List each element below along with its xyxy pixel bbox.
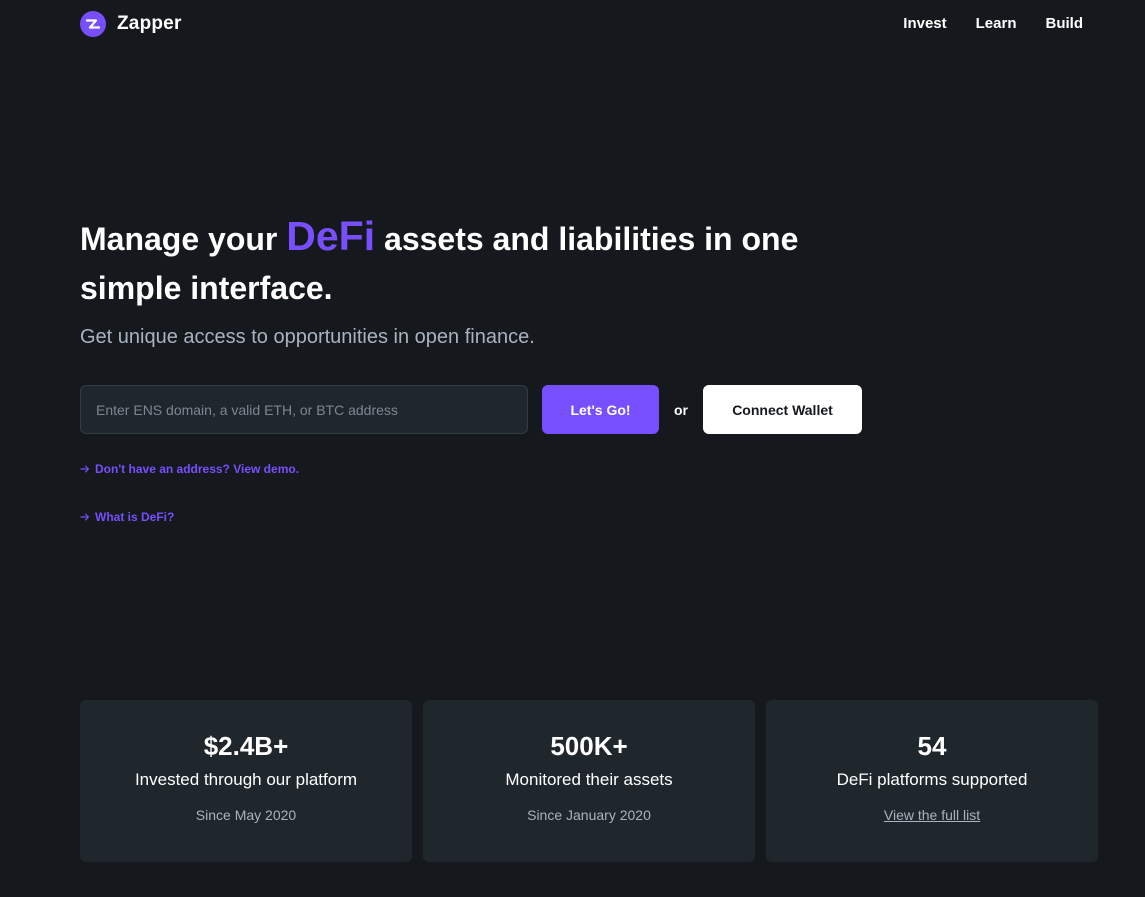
what-is-defi-link[interactable]: What is DeFi? xyxy=(80,510,174,524)
brand-name: Zapper xyxy=(117,13,182,34)
stat-value: $2.4B+ xyxy=(203,731,289,761)
hero-headline: Manage your DeFi assets and liabilities … xyxy=(80,212,880,313)
address-search-row: Let's Go! or Connect Wallet xyxy=(80,385,862,434)
address-input[interactable] xyxy=(80,385,528,434)
view-demo-link[interactable]: Don't have an address? View demo. xyxy=(80,462,299,476)
what-is-defi-label: What is DeFi? xyxy=(95,510,175,524)
hero-subheadline: Get unique access to opportunities in op… xyxy=(80,326,535,348)
or-separator: or xyxy=(674,401,688,418)
stat-label: Monitored their assets xyxy=(505,770,673,789)
view-demo-label: Don't have an address? View demo. xyxy=(95,462,300,476)
stat-label: DeFi platforms supported xyxy=(836,770,1028,789)
top-header: Zapper Invest Learn Build xyxy=(0,0,1145,48)
stat-value: 54 xyxy=(917,731,947,761)
arrow-right-icon xyxy=(80,512,90,522)
zapper-logo-icon xyxy=(80,11,106,37)
stat-card-invested: $2.4B+ Invested through our platform Sin… xyxy=(80,700,412,862)
stat-label: Invested through our platform xyxy=(134,770,358,789)
stat-since: Since January 2020 xyxy=(527,807,651,823)
view-full-list-link[interactable]: View the full list xyxy=(766,806,1098,824)
connect-wallet-button[interactable]: Connect Wallet xyxy=(703,385,862,434)
main-nav: Invest Learn Build xyxy=(903,15,1083,32)
nav-item-learn[interactable]: Learn xyxy=(976,15,1017,32)
brand-logo[interactable]: Zapper xyxy=(80,11,182,37)
arrow-right-icon xyxy=(80,464,90,474)
hero-section: Manage your DeFi assets and liabilities … xyxy=(80,212,880,349)
lets-go-button[interactable]: Let's Go! xyxy=(542,385,659,434)
nav-item-invest[interactable]: Invest xyxy=(903,15,946,32)
stats-section: $2.4B+ Invested through our platform Sin… xyxy=(80,700,1098,862)
stat-since: Since May 2020 xyxy=(195,807,297,823)
headline-accent-defi: DeFi xyxy=(286,213,376,259)
nav-item-build[interactable]: Build xyxy=(1046,15,1084,32)
stat-card-monitored: 500K+ Monitored their assets Since Janua… xyxy=(423,700,755,862)
headline-text-start: Manage your xyxy=(80,221,287,257)
stat-card-platforms: 54 DeFi platforms supported View the ful… xyxy=(766,700,1098,862)
stat-value: 500K+ xyxy=(550,731,628,761)
